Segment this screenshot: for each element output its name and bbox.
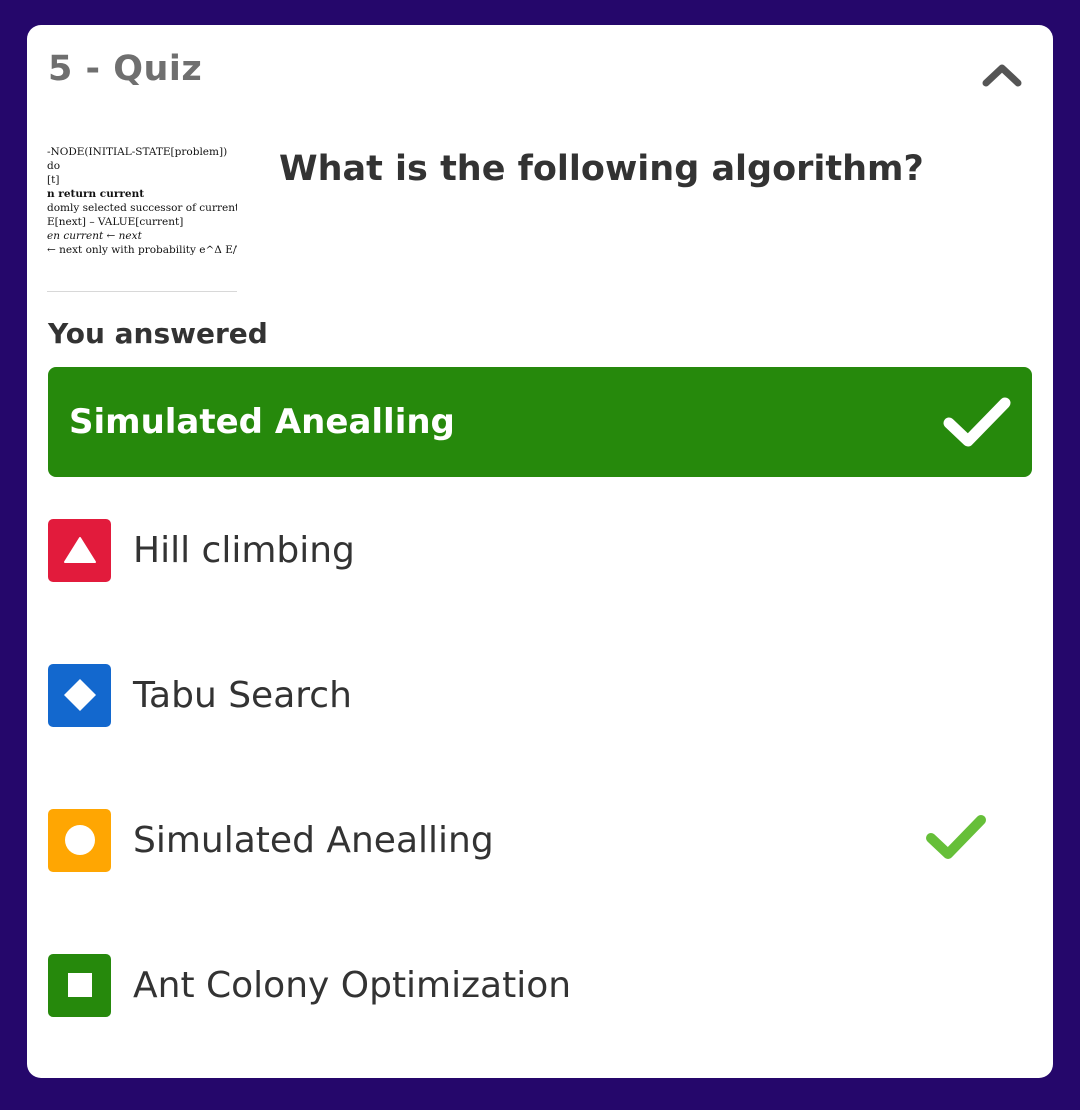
image-line: domly selected successor of current [47, 202, 237, 214]
option-label: Hill climbing [133, 529, 355, 571]
quiz-card: 5 - Quiz -NODE(INITIAL-STATE[problem]) d… [27, 25, 1053, 1078]
question-text: What is the following algorithm? [279, 149, 924, 189]
correct-checkmark-icon [926, 815, 986, 859]
image-line: ← next only with probability e^Δ E/T [47, 244, 237, 256]
image-line: do [47, 160, 61, 172]
option-shape [48, 953, 111, 1017]
chevron-up-icon [982, 64, 1022, 87]
image-line: -NODE(INITIAL-STATE[problem]) [47, 146, 228, 158]
image-line: [t] [47, 174, 60, 186]
question-image: -NODE(INITIAL-STATE[problem]) do [t] n r… [47, 145, 237, 292]
checkmark-icon [943, 397, 1011, 447]
option-hill-climbing[interactable]: Hill climbing [48, 518, 1032, 582]
image-line: n return current [47, 188, 145, 200]
diamond-icon [63, 679, 96, 711]
your-answer-box: Simulated Anealling [48, 367, 1032, 477]
option-simulated-anealling[interactable]: Simulated Anealling [48, 808, 1032, 872]
option-label: Ant Colony Optimization [133, 964, 572, 1006]
option-tabu-search[interactable]: Tabu Search [48, 663, 1032, 727]
answered-label: You answered [48, 317, 268, 350]
option-label: Simulated Anealling [133, 819, 494, 861]
option-shape [48, 663, 111, 727]
triangle-icon [63, 537, 96, 563]
circle-icon [64, 825, 95, 855]
quiz-title: 5 - Quiz [48, 49, 203, 89]
image-line: E[next] – VALUE[current] [47, 216, 184, 228]
image-line: en current ← next [47, 230, 142, 242]
square-icon [67, 973, 92, 997]
option-label: Tabu Search [133, 674, 352, 716]
collapse-button[interactable] [977, 53, 1027, 95]
option-ant-colony-optimization[interactable]: Ant Colony Optimization [48, 953, 1032, 1017]
option-shape [48, 808, 111, 872]
option-shape [48, 518, 111, 582]
your-answer-text: Simulated Anealling [69, 402, 455, 442]
